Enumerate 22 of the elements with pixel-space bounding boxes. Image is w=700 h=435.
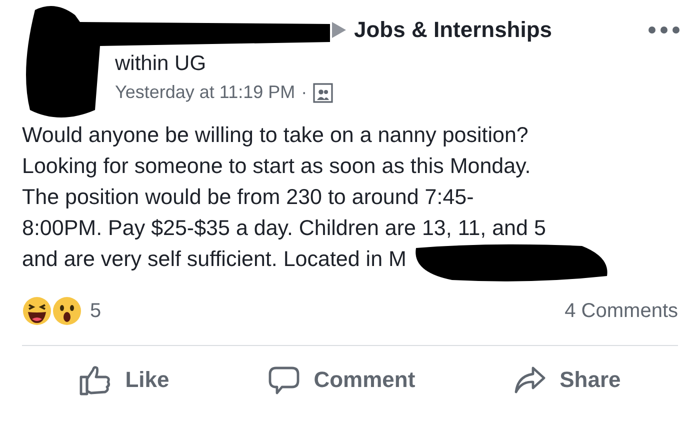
post-text-line: The position would be from 230 to around 7:45- [22,184,474,211]
surprised-emoji-icon [52,296,82,326]
group-name[interactable]: Jobs & Internships [354,17,552,43]
share-arrow-icon [514,365,546,395]
reaction-count[interactable]: 5 [90,300,102,322]
post-text-line: 8:00PM. Pay $25-$35 a day. Children are 13, 11, and 5 [22,215,546,242]
speech-bubble-icon [268,364,300,396]
laughing-emoji-icon [22,296,52,326]
triangle-icon [332,22,346,38]
post-time[interactable]: Yesterday at 11:19 PM [115,82,296,103]
share-button[interactable]: Share [504,358,631,402]
comments-count[interactable]: 4 Comments [564,300,678,322]
post-text-line: Would anyone be willing to take on a nanny position? [22,122,528,149]
group-icon [313,82,334,102]
comment-button[interactable]: Comment [258,358,426,402]
post-text-line: and are very self sufficient. Located in M [22,246,406,273]
separator-dot: · [301,82,308,103]
thumbs-up-icon [79,364,112,396]
post-text-line: Looking for someone to start as soon as this Monday. [22,153,531,180]
more-icon[interactable] [648,26,680,34]
like-button[interactable]: Like [69,358,180,402]
audience-text: within UG [115,52,208,76]
